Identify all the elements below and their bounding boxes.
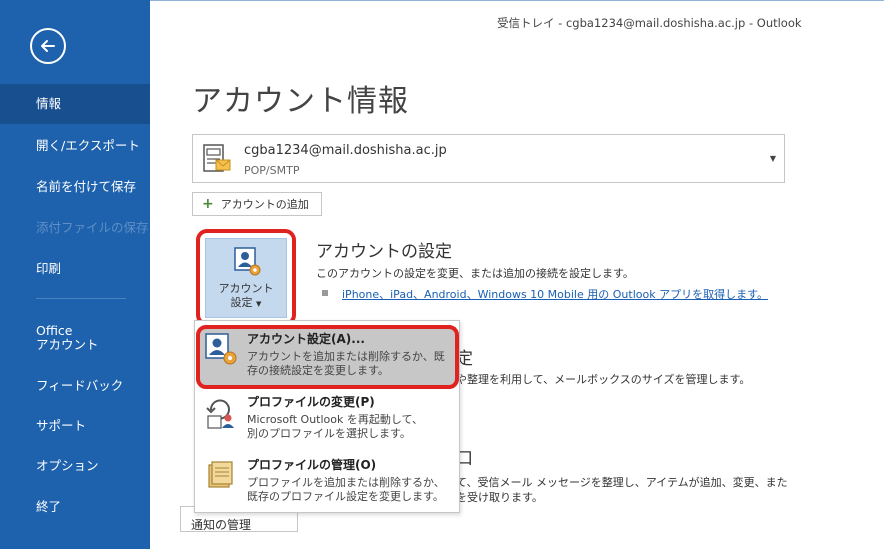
sidebar-item-save-attachments: 添付ファイルの保存: [36, 219, 149, 235]
sidebar-item-feedback[interactable]: フィードバック: [0, 366, 150, 406]
back-button[interactable]: [30, 28, 66, 64]
mail-account-icon: [203, 144, 231, 172]
account-settings-button[interactable]: アカウント 設定 ▼: [205, 238, 287, 318]
menu-item-desc-2: 存の接続設定を変更します。: [247, 364, 389, 377]
sidebar-item-exit[interactable]: 終了: [0, 487, 150, 527]
sidebar-item-save-as[interactable]: 名前を付けて保存: [0, 167, 150, 207]
mailbox-cleanup-description: や整理を利用して、メールボックスのサイズを管理します。: [456, 373, 751, 386]
menu-item-desc-2: 既存のプロファイル設定を変更します。: [247, 490, 444, 503]
change-profile-icon: [206, 399, 234, 429]
account-selector[interactable]: cgba1234@mail.doshisha.ac.jp POP/SMTP ▼: [192, 134, 785, 183]
rules-alerts-description-1: て、受信メール メッセージを整理し、アイテムが追加、変更、また: [456, 476, 788, 489]
bullet-icon: [322, 290, 328, 296]
plus-icon: +: [202, 196, 214, 212]
menu-item-title: プロファイルの変更(P): [247, 395, 375, 409]
account-settings-description: このアカウントの設定を変更、または追加の接続を設定します。: [316, 267, 634, 280]
add-account-button[interactable]: + アカウントの追加: [192, 192, 322, 216]
sidebar-item-office-account[interactable]: Office アカウント: [0, 318, 150, 358]
mobile-app-link[interactable]: iPhone、iPad、Android、Windows 10 Mobile 用の…: [342, 286, 768, 302]
manage-alerts-label: 通知の管理: [191, 518, 252, 532]
account-email: cgba1234@mail.doshisha.ac.jp: [244, 143, 447, 158]
sidebar-item-info[interactable]: 情報: [0, 84, 150, 124]
account-settings-label-line1: アカウント: [218, 282, 274, 295]
menu-item-title: プロファイルの管理(O): [247, 458, 377, 472]
backstage-sidebar: 情報 開く/エクスポート 名前を付けて保存 添付ファイルの保存 印刷 Offic…: [0, 0, 150, 549]
sidebar-item-support[interactable]: サポート: [0, 406, 150, 446]
manage-profiles-icon: [208, 461, 233, 488]
menu-item-change-profile[interactable]: プロファイルの変更(P) Microsoft Outlook を再起動して、 別…: [195, 390, 459, 448]
account-settings-label-line2: 設定: [230, 296, 253, 310]
page-title: アカウント情報: [192, 84, 409, 119]
account-settings-icon: [205, 333, 237, 365]
menu-item-desc-2: 別のプロファイルを選択します。: [247, 427, 411, 440]
sidebar-item-open-export[interactable]: 開く/エクスポート: [0, 126, 150, 166]
back-arrow-icon: [41, 40, 55, 52]
sidebar-divider: [36, 298, 126, 299]
title-bar: [150, 0, 884, 14]
account-settings-button-label: アカウント 設定 ▼: [206, 282, 286, 311]
chevron-down-icon: ▼: [256, 300, 262, 309]
account-settings-icon: [234, 247, 261, 276]
rules-alerts-description-2: を受け取ります。: [456, 491, 543, 504]
account-settings-heading: アカウントの設定: [316, 242, 452, 262]
add-account-label: アカウントの追加: [220, 198, 309, 211]
account-settings-label-line2-row: 設定 ▼: [206, 296, 286, 310]
sidebar-item-print[interactable]: 印刷: [0, 249, 150, 289]
account-settings-menu: アカウント設定(A)... アカウントを追加または削除するか、既 存の接続設定を…: [194, 320, 460, 513]
account-type: POP/SMTP: [244, 164, 300, 177]
window-title: 受信トレイ - cgba1234@mail.doshisha.ac.jp - O…: [497, 16, 802, 30]
chevron-down-icon[interactable]: ▼: [770, 154, 776, 163]
menu-item-title: アカウント設定(A)...: [247, 332, 365, 346]
menu-item-account-settings[interactable]: アカウント設定(A)... アカウントを追加または削除するか、既 存の接続設定を…: [195, 327, 459, 385]
menu-item-manage-profiles[interactable]: プロファイルの管理(O) プロファイルを追加または削除するか、 既存のプロファイ…: [195, 453, 459, 511]
sidebar-item-options[interactable]: オプション: [0, 446, 150, 486]
